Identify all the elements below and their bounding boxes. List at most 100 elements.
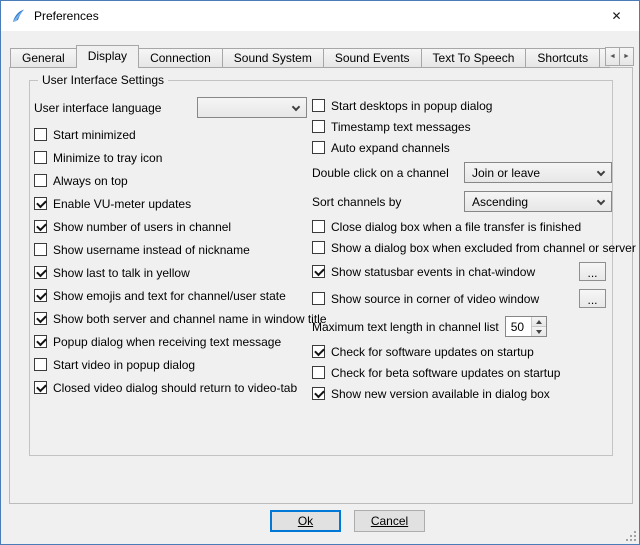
- checkbox-label: Start desktops in popup dialog: [331, 99, 492, 113]
- tab-bar: General Display Connection Sound System …: [10, 45, 610, 68]
- checkbox-box[interactable]: [312, 265, 325, 278]
- cancel-button[interactable]: Cancel: [354, 510, 425, 532]
- checkbox-label: Show emojis and text for channel/user st…: [53, 289, 286, 303]
- double-click-row: Double click on a channel Join or leave: [312, 162, 612, 183]
- checkbox-check-updates[interactable]: Check for software updates on startup: [312, 345, 612, 358]
- checkbox-server-channel-title[interactable]: Show both server and channel name in win…: [34, 312, 307, 325]
- checkbox-box: [312, 120, 325, 133]
- checkbox-vu-meter-updates[interactable]: Enable VU-meter updates: [34, 197, 307, 210]
- language-row: User interface language: [34, 97, 307, 118]
- checkbox-show-username[interactable]: Show username instead of nickname: [34, 243, 307, 256]
- checkbox-box: [34, 151, 47, 164]
- checkbox-excluded-dialog[interactable]: Show a dialog box when excluded from cha…: [312, 241, 612, 254]
- checkbox-box[interactable]: [312, 292, 325, 305]
- language-label: User interface language: [34, 101, 161, 115]
- checkbox-label: Timestamp text messages: [331, 120, 471, 134]
- tab-text-to-speech[interactable]: Text To Speech: [421, 48, 527, 68]
- chevron-right-icon: ►: [623, 53, 630, 60]
- sort-channels-row: Sort channels by Ascending: [312, 191, 612, 212]
- checkbox-box: [34, 174, 47, 187]
- checkbox-start-minimized[interactable]: Start minimized: [34, 128, 307, 141]
- checkbox-video-return-tab[interactable]: Closed video dialog should return to vid…: [34, 381, 307, 394]
- double-click-combobox[interactable]: Join or leave: [464, 162, 612, 183]
- checkbox-box: [34, 266, 47, 279]
- ok-label: Ok: [298, 514, 313, 528]
- checkbox-label: Close dialog box when a file transfer is…: [331, 220, 581, 234]
- checkbox-label: Start video in popup dialog: [53, 358, 195, 372]
- chevron-down-icon: [597, 197, 605, 205]
- tab-display[interactable]: Display: [76, 45, 139, 68]
- checkbox-label: Show last to talk in yellow: [53, 266, 190, 280]
- ellipsis-label: ...: [587, 270, 597, 276]
- statusbar-events-row: Show statusbar events in chat-window ...: [312, 262, 612, 281]
- preferences-dialog: Preferences ✕ General Display Connection…: [0, 0, 640, 545]
- checkbox-box: [34, 243, 47, 256]
- max-text-length-label: Maximum text length in channel list: [312, 320, 499, 334]
- combo-value: Ascending: [472, 195, 528, 209]
- checkbox-label: Always on top: [53, 174, 128, 188]
- spin-up-button[interactable]: [532, 317, 546, 326]
- checkbox-close-on-file-transfer[interactable]: Close dialog box when a file transfer is…: [312, 220, 612, 233]
- checkbox-minimize-to-tray[interactable]: Minimize to tray icon: [34, 151, 307, 164]
- checkbox-box: [312, 141, 325, 154]
- checkbox-label: Show statusbar events in chat-window: [331, 265, 535, 279]
- checkbox-video-popup[interactable]: Start video in popup dialog: [34, 358, 307, 371]
- checkbox-new-version-dialog[interactable]: Show new version available in dialog box: [312, 387, 612, 400]
- close-icon: ✕: [611, 9, 621, 23]
- spin-down-button[interactable]: [532, 326, 546, 336]
- tab-sound-system[interactable]: Sound System: [222, 48, 324, 68]
- tab-label: Connection: [150, 51, 211, 65]
- tab-connection[interactable]: Connection: [138, 48, 223, 68]
- resize-grip[interactable]: [625, 530, 637, 542]
- double-click-label: Double click on a channel: [312, 166, 449, 180]
- language-combobox[interactable]: [197, 97, 307, 118]
- checkbox-popup-text-message[interactable]: Popup dialog when receiving text message: [34, 335, 307, 348]
- statusbar-events-browse-button[interactable]: ...: [579, 262, 606, 281]
- checkbox-show-user-count[interactable]: Show number of users in channel: [34, 220, 307, 233]
- checkbox-always-on-top[interactable]: Always on top: [34, 174, 307, 187]
- arrow-down-icon: [536, 330, 542, 337]
- tab-sound-events[interactable]: Sound Events: [323, 48, 422, 68]
- group-title: User Interface Settings: [38, 73, 168, 87]
- checkbox-label: Check for beta software updates on start…: [331, 366, 560, 380]
- chevron-left-icon: ◄: [609, 53, 616, 60]
- tab-scrollers: ◄ ►: [606, 47, 634, 66]
- video-source-browse-button[interactable]: ...: [579, 289, 606, 308]
- sort-channels-label: Sort channels by: [312, 195, 401, 209]
- checkbox-label: Show username instead of nickname: [53, 243, 250, 257]
- arrow-up-icon: [536, 317, 542, 324]
- checkbox-desktops-popup[interactable]: Start desktops in popup dialog: [312, 99, 612, 112]
- tab-label: Text To Speech: [433, 51, 515, 65]
- tab-scroll-right-button[interactable]: ►: [619, 47, 634, 66]
- tab-scroll-left-button[interactable]: ◄: [605, 47, 620, 66]
- checkbox-label: Minimize to tray icon: [53, 151, 162, 165]
- tab-general[interactable]: General: [10, 48, 77, 68]
- max-text-length-spinbox[interactable]: 50: [505, 316, 547, 337]
- checkbox-box: [312, 387, 325, 400]
- checkbox-box: [34, 197, 47, 210]
- checkbox-label: Enable VU-meter updates: [53, 197, 191, 211]
- spinbox-value: 50: [506, 317, 531, 336]
- checkbox-box: [34, 335, 47, 348]
- checkbox-show-emojis[interactable]: Show emojis and text for channel/user st…: [34, 289, 307, 302]
- right-column: Start desktops in popup dialog Timestamp…: [312, 99, 612, 400]
- checkbox-auto-expand-channels[interactable]: Auto expand channels: [312, 141, 612, 154]
- checkbox-box: [34, 289, 47, 302]
- checkbox-box: [312, 220, 325, 233]
- tab-shortcuts[interactable]: Shortcuts: [525, 48, 600, 68]
- tab-label: Sound Events: [335, 51, 410, 65]
- ok-button[interactable]: Ok: [270, 510, 341, 532]
- tab-label: Shortcuts: [537, 51, 588, 65]
- max-text-length-row: Maximum text length in channel list 50: [312, 316, 612, 337]
- checkbox-check-beta-updates[interactable]: Check for beta software updates on start…: [312, 366, 612, 379]
- spinbox-buttons: [531, 317, 546, 336]
- checkbox-timestamp-messages[interactable]: Timestamp text messages: [312, 120, 612, 133]
- tab-label: Sound System: [234, 51, 312, 65]
- checkbox-last-talk-yellow[interactable]: Show last to talk in yellow: [34, 266, 307, 279]
- checkbox-box: [34, 381, 47, 394]
- sort-channels-combobox[interactable]: Ascending: [464, 191, 612, 212]
- ellipsis-label: ...: [587, 297, 597, 303]
- close-button[interactable]: ✕: [594, 1, 639, 31]
- checkbox-box: [312, 345, 325, 358]
- checkbox-label: Start minimized: [53, 128, 136, 142]
